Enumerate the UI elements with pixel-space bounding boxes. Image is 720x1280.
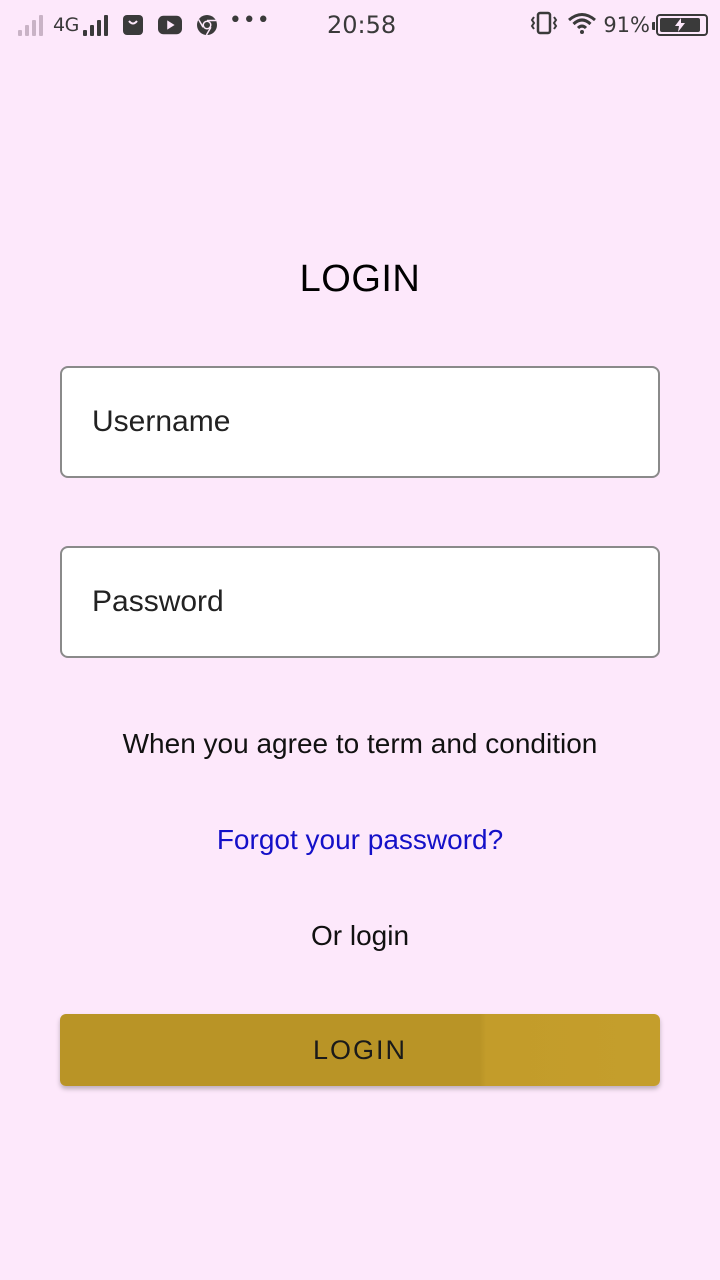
status-time: 20:58 xyxy=(327,11,397,39)
battery-icon xyxy=(652,14,708,36)
password-field[interactable] xyxy=(60,546,660,658)
chrome-icon xyxy=(195,13,219,37)
terms-text: When you agree to term and condition xyxy=(122,728,598,759)
page-title: LOGIN xyxy=(299,258,421,300)
wifi-icon xyxy=(567,11,597,39)
battery-percent: 91% xyxy=(603,13,650,37)
sim2-signal-icon xyxy=(82,14,108,36)
status-bar-right: 91% xyxy=(529,10,708,40)
vibrate-icon xyxy=(529,11,559,39)
username-input[interactable] xyxy=(62,368,658,476)
password-input[interactable] xyxy=(62,548,658,656)
forgot-password-link[interactable]: Forgot your password? xyxy=(0,824,720,856)
youtube-icon xyxy=(157,13,182,37)
status-bar: 4G ••• 20:58 91% xyxy=(0,0,720,50)
login-button[interactable]: LOGIN xyxy=(60,1014,660,1086)
network-type-label: 4G xyxy=(53,14,79,36)
sim1-signal-icon xyxy=(18,14,43,36)
shopping-bag-icon xyxy=(121,13,145,37)
or-login-text: Or login xyxy=(310,920,410,951)
username-field[interactable] xyxy=(60,366,660,478)
more-dots-icon: ••• xyxy=(228,8,271,33)
status-bar-left: 4G ••• xyxy=(18,10,271,40)
battery-level-fill xyxy=(660,18,701,32)
